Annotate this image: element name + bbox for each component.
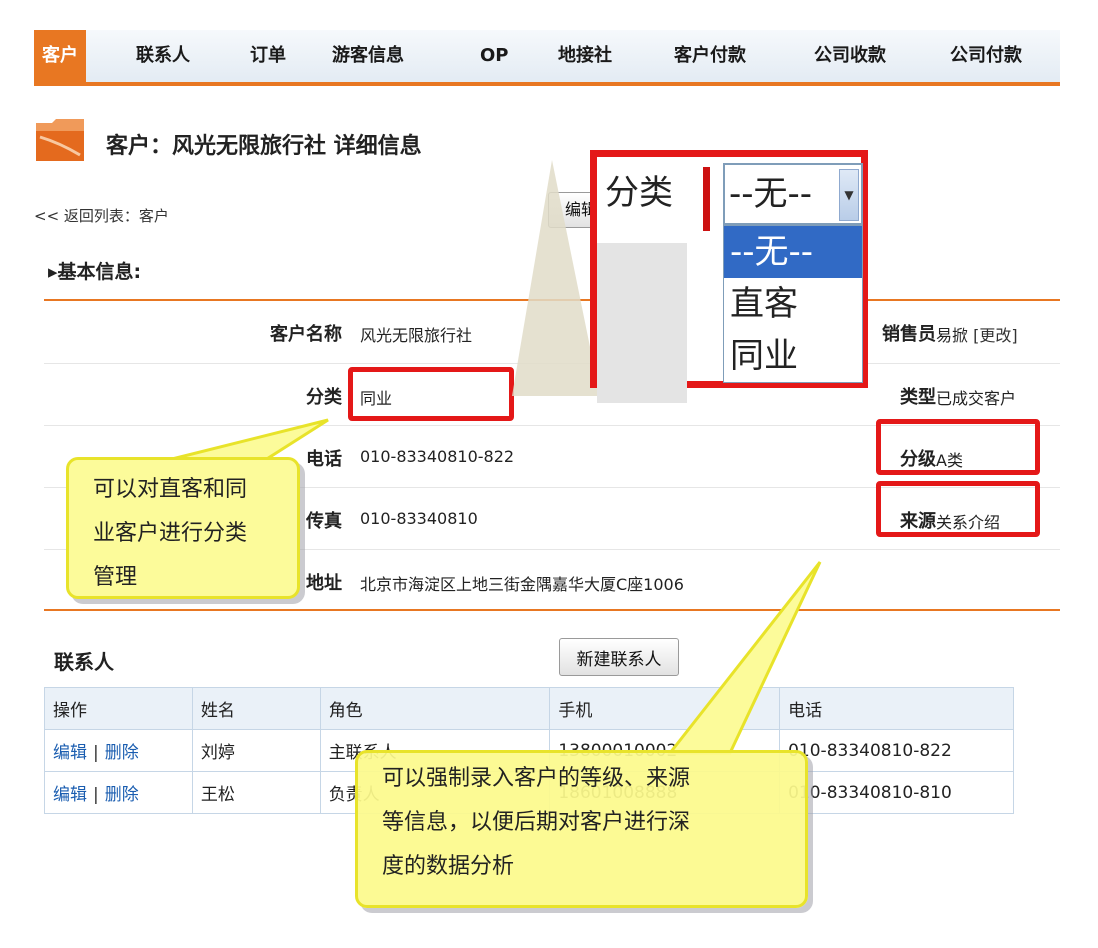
option-direct[interactable]: 直客 [724,278,862,330]
option-none[interactable]: --无-- [724,226,862,278]
callout-line: 可以强制录入客户的等级、来源 [382,766,691,791]
category-select[interactable]: --无-- ▼ [723,163,863,225]
chevron-down-icon[interactable]: ▼ [839,169,859,221]
zoom-marker-bar [703,167,710,231]
callout-category-note: 可以对直客和同 业客户进行分类 管理 [66,457,300,599]
category-select-value: --无-- [729,174,813,214]
zoom-pointer [512,160,600,396]
zoom-category-label: 分类 [605,173,673,213]
callout-line: 等信息，以便后期对客户进行深 [382,810,691,835]
callout-line: 业客户进行分类 [93,521,248,546]
left-callout-pointer [159,418,329,464]
category-options-list: --无-- 直客 同业 [723,225,863,383]
callout-level-source-note: 可以强制录入客户的等级、来源 等信息，以便后期对客户进行深 度的数据分析 [355,750,808,908]
callout-line: 可以对直客和同 [93,477,248,502]
callout-line: 管理 [93,565,138,590]
option-peer[interactable]: 同业 [724,330,862,382]
zoom-background [597,243,687,403]
callout-line: 度的数据分析 [382,854,515,879]
bottom-callout-pointer [666,561,822,755]
category-zoom-popup: 分类 --无-- ▼ --无-- 直客 同业 [590,150,868,403]
